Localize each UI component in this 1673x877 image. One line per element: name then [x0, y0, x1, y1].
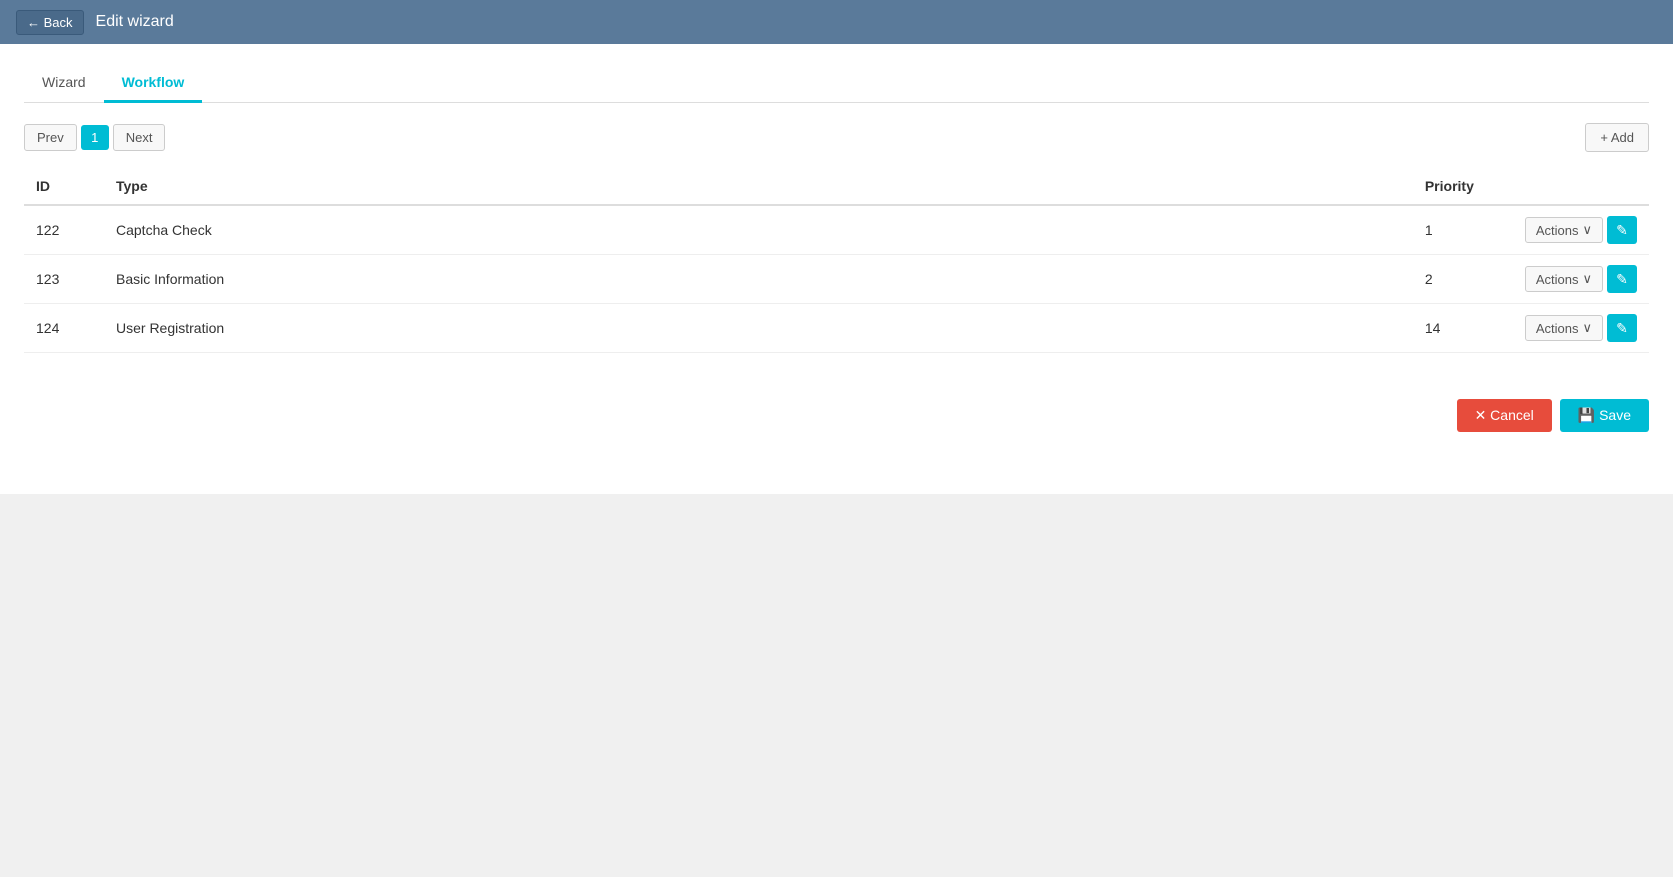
workflow-table: ID Type Priority 122 Captcha Check 1 Act… [24, 168, 1649, 353]
col-header-type: Type [104, 168, 1413, 205]
next-button[interactable]: Next [113, 124, 166, 151]
cell-id: 123 [24, 255, 104, 304]
edit-button[interactable]: ✎ [1607, 314, 1637, 342]
actions-dropdown-button[interactable]: Actions ∨ [1525, 266, 1603, 292]
cancel-button[interactable]: ✕ Cancel [1457, 399, 1552, 432]
tab-workflow[interactable]: Workflow [104, 64, 203, 103]
page-number-button[interactable]: 1 [81, 125, 109, 150]
chevron-down-icon: ∨ [1582, 222, 1592, 238]
cell-priority: 1 [1413, 205, 1513, 255]
edit-icon: ✎ [1616, 320, 1628, 337]
cell-row-actions: Actions ∨ ✎ [1513, 255, 1649, 304]
tab-wizard[interactable]: Wizard [24, 64, 104, 103]
chevron-down-icon: ∨ [1582, 320, 1592, 336]
table-row: 123 Basic Information 2 Actions ∨ ✎ [24, 255, 1649, 304]
edit-button[interactable]: ✎ [1607, 265, 1637, 293]
table-row: 122 Captcha Check 1 Actions ∨ ✎ [24, 205, 1649, 255]
col-header-id: ID [24, 168, 104, 205]
edit-icon: ✎ [1616, 271, 1628, 288]
back-button[interactable]: ← Back [16, 10, 84, 35]
col-header-priority: Priority [1413, 168, 1513, 205]
table-header-row: ID Type Priority [24, 168, 1649, 205]
pagination: Prev 1 Next [24, 124, 165, 151]
actions-dropdown-button[interactable]: Actions ∨ [1525, 315, 1603, 341]
edit-icon: ✎ [1616, 222, 1628, 239]
toolbar: Prev 1 Next + Add [24, 123, 1649, 152]
edit-button[interactable]: ✎ [1607, 216, 1637, 244]
cell-type: User Registration [104, 304, 1413, 353]
save-button[interactable]: 💾 Save [1560, 399, 1649, 432]
footer-actions: ✕ Cancel 💾 Save [24, 383, 1649, 432]
header-bar: ← Back Edit wizard [0, 0, 1673, 44]
prev-button[interactable]: Prev [24, 124, 77, 151]
main-content: Wizard Workflow Prev 1 Next + Add ID Typ… [0, 44, 1673, 494]
add-button[interactable]: + Add [1585, 123, 1649, 152]
cell-row-actions: Actions ∨ ✎ [1513, 205, 1649, 255]
chevron-down-icon: ∨ [1582, 271, 1592, 287]
cell-priority: 14 [1413, 304, 1513, 353]
cell-type: Basic Information [104, 255, 1413, 304]
cell-type: Captcha Check [104, 205, 1413, 255]
table-row: 124 User Registration 14 Actions ∨ ✎ [24, 304, 1649, 353]
col-header-actions [1513, 168, 1649, 205]
cell-priority: 2 [1413, 255, 1513, 304]
cell-row-actions: Actions ∨ ✎ [1513, 304, 1649, 353]
cell-id: 122 [24, 205, 104, 255]
tab-bar: Wizard Workflow [24, 64, 1649, 103]
actions-dropdown-button[interactable]: Actions ∨ [1525, 217, 1603, 243]
cell-id: 124 [24, 304, 104, 353]
page-title: Edit wizard [96, 13, 174, 31]
